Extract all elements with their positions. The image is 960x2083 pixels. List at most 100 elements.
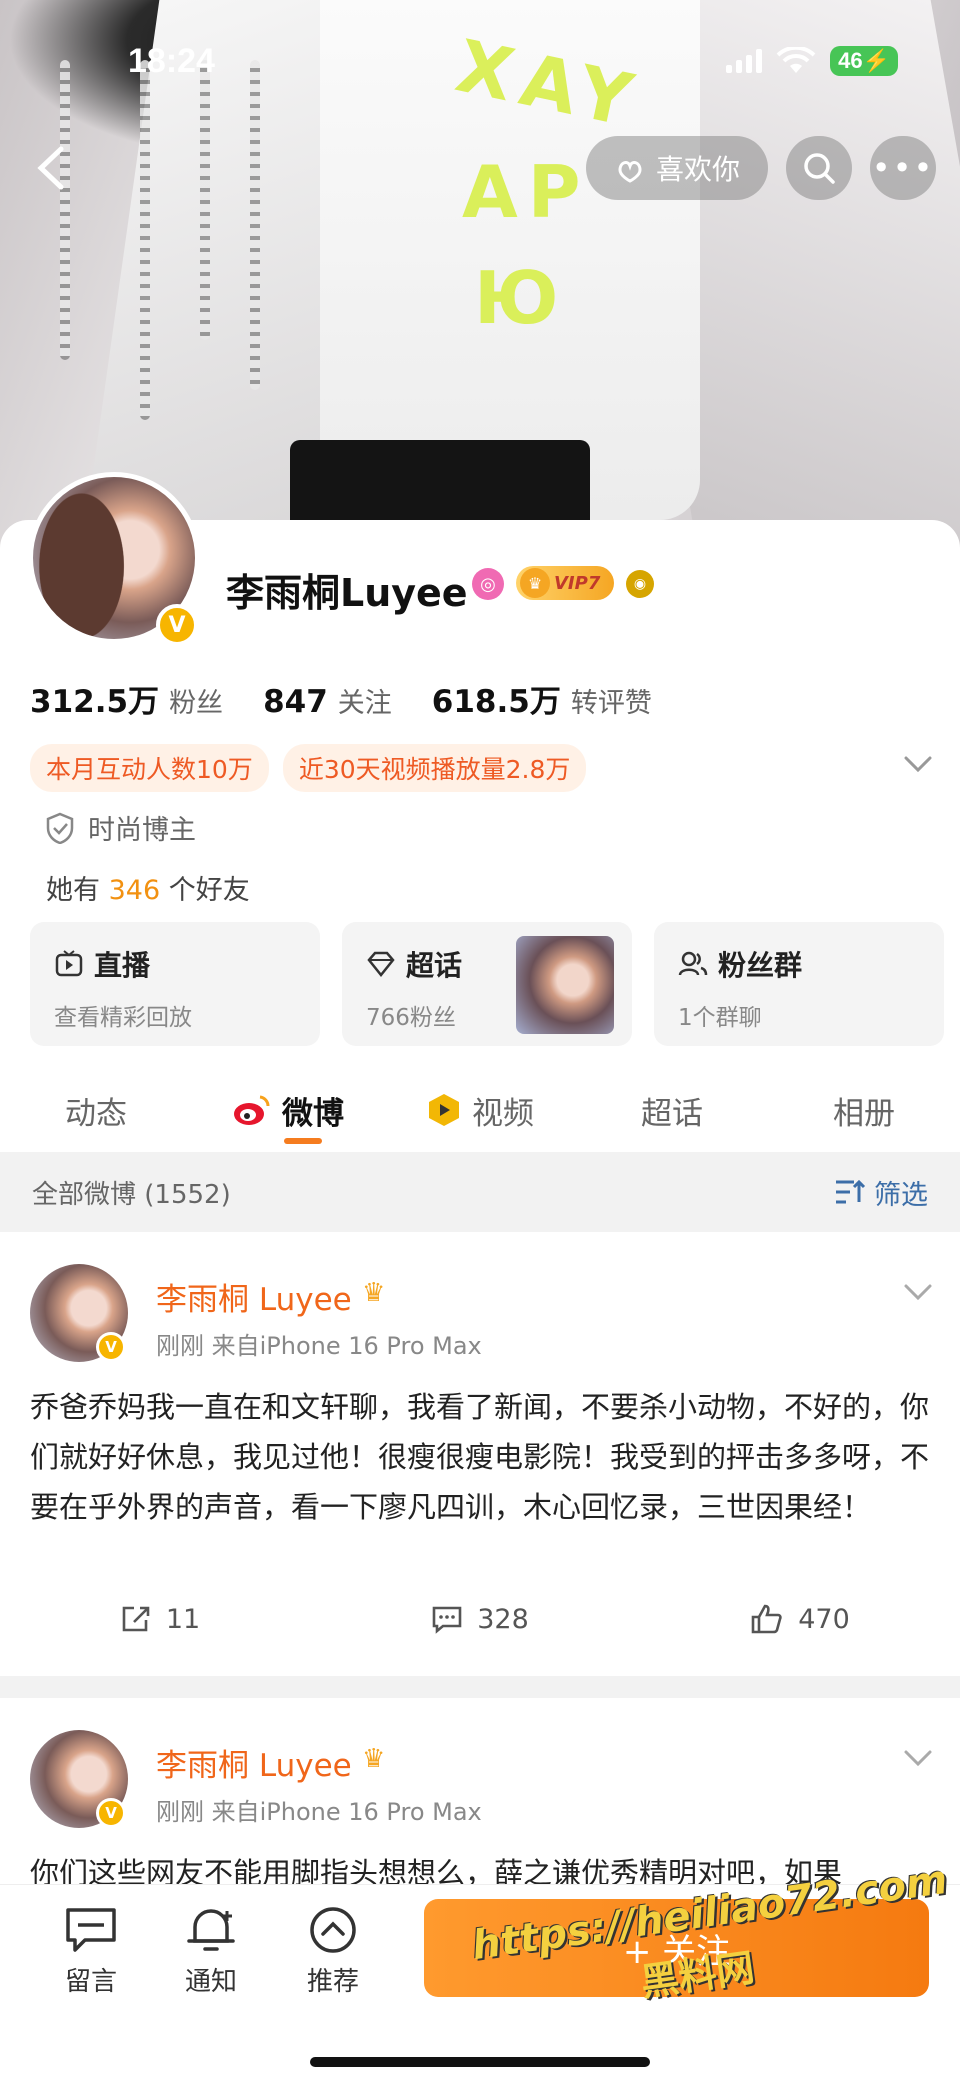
crown-icon: ♛	[362, 1278, 386, 1308]
wifi-icon	[776, 47, 816, 73]
stat-value: 847	[263, 684, 328, 720]
like-count: 470	[798, 1603, 850, 1635]
status-icons: 46⚡	[726, 46, 898, 76]
status-time: 18:24	[128, 42, 215, 80]
profile-category: 时尚博主	[46, 808, 196, 847]
member-badge-icon[interactable]: ◎	[472, 568, 504, 600]
message-button[interactable]: 留言	[46, 1905, 136, 1998]
search-button[interactable]	[786, 136, 852, 200]
nav-label: 留言	[64, 1967, 117, 1997]
stat-label: 关注	[337, 688, 392, 719]
shield-check-icon	[46, 812, 74, 844]
chevron-down-icon[interactable]	[898, 1272, 938, 1312]
tag-video-views[interactable]: 近30天视频播放量2.8万	[282, 744, 587, 792]
recommend-icon	[310, 1907, 356, 1953]
tab-label: 微博	[282, 1095, 344, 1132]
feature-boxes: 直播 查看精彩回放 超话 766粉丝 粉丝群 1个群聊	[30, 922, 944, 1046]
feed-header: 全部微博 (1552) 筛选	[0, 1152, 960, 1232]
friends-line[interactable]: 她有 346 个好友	[46, 868, 250, 907]
fan-group-subtitle: 1个群聊	[678, 1005, 762, 1031]
profile-stats: 312.5万 粉丝 847 关注 618.5万 转评赞	[30, 676, 652, 721]
cover-belt	[290, 440, 590, 530]
stat-interactions[interactable]: 618.5万 转评赞	[432, 676, 652, 721]
chevron-down-icon[interactable]	[898, 1738, 938, 1778]
tab-supertopic[interactable]: 超话	[576, 1070, 768, 1150]
tab-album[interactable]: 相册	[768, 1070, 960, 1150]
tv-play-icon	[55, 950, 83, 977]
fan-group-title: 粉丝群	[718, 949, 803, 982]
signal-icon	[726, 49, 763, 73]
like-you-label: 喜欢你	[655, 153, 740, 186]
repost-button[interactable]: 11	[0, 1584, 320, 1654]
profile-tabs: 动态 微博 视频 超话 相册	[0, 1070, 960, 1150]
tab-label: 动态	[65, 1095, 127, 1132]
heart-hand-icon	[618, 161, 642, 183]
tab-label: 超话	[641, 1095, 703, 1132]
post-card[interactable]: V 李雨桐 Luyee ♛ 刚刚 来自iPhone 16 Pro Max 乔爸乔…	[0, 1232, 960, 1676]
more-dots-icon: •••	[871, 149, 935, 187]
message-icon	[66, 1908, 116, 1952]
repost-icon	[122, 1606, 150, 1632]
supertopic-title: 超话	[406, 949, 463, 982]
nav-label: 通知	[184, 1967, 237, 1997]
like-you-button[interactable]: 喜欢你	[586, 136, 768, 200]
diamond-icon	[367, 951, 395, 978]
filter-label: 筛选	[874, 1179, 928, 1211]
stat-label: 转评赞	[570, 688, 652, 719]
friends-count: 346	[108, 875, 161, 906]
chevron-left-icon	[37, 146, 64, 190]
tab-video[interactable]: 视频	[384, 1070, 576, 1150]
recommend-button[interactable]: 推荐	[288, 1905, 378, 1998]
repost-count: 11	[165, 1603, 201, 1635]
search-icon	[804, 153, 835, 184]
battery-indicator: 46⚡	[830, 46, 898, 76]
post-meta: 刚刚 来自iPhone 16 Pro Max	[156, 1332, 482, 1360]
feed-title: 全部微博 (1552)	[32, 1179, 231, 1210]
cover-text-line3: Ю	[474, 256, 569, 340]
more-button[interactable]: •••	[870, 136, 936, 200]
back-button[interactable]	[18, 136, 82, 200]
stat-followers[interactable]: 312.5万 粉丝	[30, 676, 223, 721]
profile-name: 李雨桐Luyee	[226, 571, 468, 615]
comment-icon	[432, 1606, 462, 1634]
tab-label: 视频	[472, 1095, 534, 1132]
notify-button[interactable]: 通知	[166, 1905, 256, 1998]
live-box[interactable]: 直播 查看精彩回放	[30, 922, 320, 1046]
cover-chain	[60, 60, 70, 360]
crown-icon: ♛	[362, 1744, 386, 1774]
thumbs-up-icon	[751, 1604, 782, 1634]
post-meta: 刚刚 来自iPhone 16 Pro Max	[156, 1798, 482, 1826]
post-author[interactable]: 李雨桐 Luyee	[156, 1740, 352, 1785]
chevron-down-icon[interactable]	[898, 744, 938, 784]
like-button[interactable]: 470	[640, 1584, 960, 1654]
nav-label: 推荐	[306, 1967, 359, 1997]
stat-value: 312.5万	[30, 684, 160, 720]
tab-activity[interactable]: 动态	[0, 1070, 192, 1150]
profile-tags: 本月互动人数10万 近30天视频播放量2.8万	[30, 744, 587, 792]
friends-prefix: 她有	[46, 875, 100, 906]
verified-badge-icon: V	[96, 1798, 126, 1828]
verified-badge-icon: V	[96, 1332, 126, 1362]
cover-text-line2: AP	[462, 150, 591, 234]
tag-monthly-interactions[interactable]: 本月互动人数10万	[30, 744, 269, 792]
supertopic-box[interactable]: 超话 766粉丝	[342, 922, 632, 1046]
bell-icon	[187, 1909, 235, 1951]
post-author[interactable]: 李雨桐 Luyee	[156, 1274, 352, 1319]
tab-label: 相册	[833, 1095, 895, 1132]
category-label: 时尚博主	[88, 815, 196, 846]
post-separator	[0, 1676, 960, 1698]
tab-weibo[interactable]: 微博	[192, 1070, 384, 1150]
filter-button[interactable]: 筛选	[834, 1173, 928, 1212]
stat-following[interactable]: 847 关注	[263, 681, 392, 720]
supertopic-thumbnail	[516, 936, 614, 1034]
camera-badge-icon[interactable]: ◉	[626, 570, 654, 598]
vip-badge[interactable]: ♛ VIP7	[516, 566, 615, 600]
group-icon	[678, 951, 708, 976]
stat-label: 粉丝	[169, 688, 224, 719]
stat-value: 618.5万	[431, 684, 561, 720]
post-card[interactable]: V 李雨桐 Luyee ♛ 刚刚 来自iPhone 16 Pro Max 你们这…	[0, 1698, 960, 1890]
crown-icon: ♛	[520, 568, 550, 598]
fan-group-box[interactable]: 粉丝群 1个群聊	[654, 922, 944, 1046]
friends-suffix: 个好友	[168, 875, 250, 906]
comment-button[interactable]: 328	[320, 1584, 640, 1654]
